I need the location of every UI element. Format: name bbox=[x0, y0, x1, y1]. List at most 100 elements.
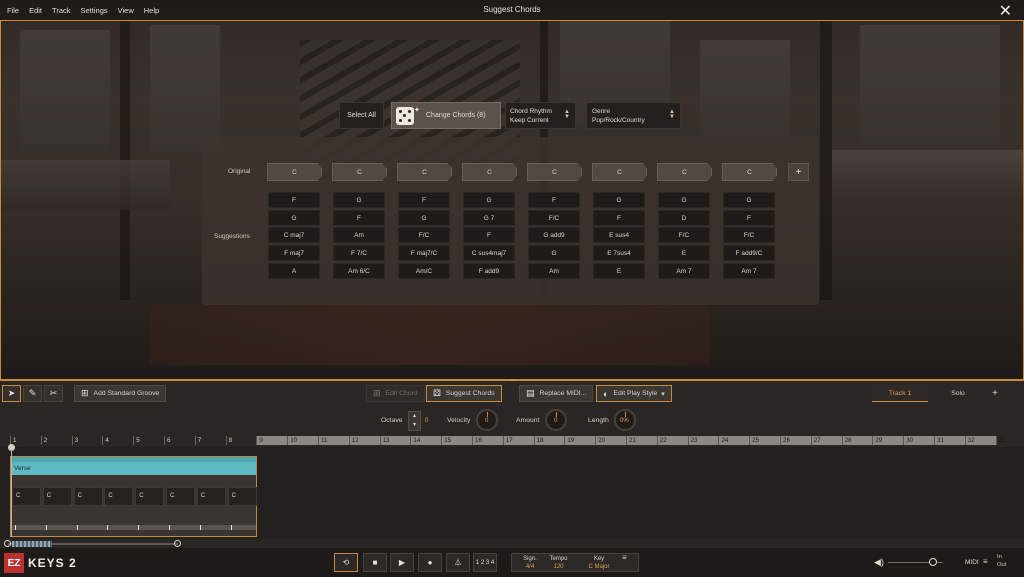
tab-solo[interactable]: Solo bbox=[935, 385, 981, 402]
suggestion-chord[interactable]: G bbox=[463, 192, 515, 208]
add-track-button[interactable]: + bbox=[986, 385, 1004, 402]
suggestion-chord[interactable]: F/C bbox=[723, 227, 775, 243]
suggestion-chord[interactable]: G add9 bbox=[528, 227, 580, 243]
original-chord[interactable]: C bbox=[527, 163, 582, 181]
suggestion-chord[interactable]: F bbox=[593, 210, 645, 226]
close-icon[interactable]: ✕ bbox=[999, 1, 1012, 21]
suggestion-chord[interactable]: F add9 bbox=[463, 263, 515, 279]
zoom-handle-left[interactable] bbox=[4, 540, 11, 547]
song-info-box[interactable]: Sign. 4/4 Tempo 120 Key C Major bbox=[511, 553, 639, 572]
suggestion-chord[interactable]: C sus4maj7 bbox=[463, 245, 515, 261]
suggestion-chord[interactable]: E bbox=[658, 245, 710, 261]
suggestion-chord[interactable]: G bbox=[333, 192, 385, 208]
chord-rhythm-select[interactable]: Chord Rhythm Keep Current ▲ ▼ bbox=[505, 102, 576, 129]
suggestion-chord[interactable]: Am bbox=[333, 227, 385, 243]
suggestion-chord[interactable]: F add9/C bbox=[723, 245, 775, 261]
midi-menu-icon[interactable]: ≡ bbox=[983, 557, 988, 566]
region-chord[interactable]: C bbox=[104, 487, 134, 506]
loop-icon[interactable]: ⟲ bbox=[334, 553, 358, 572]
volume-knob[interactable] bbox=[929, 558, 937, 566]
app-logo: EZ KEYS 2 bbox=[4, 553, 77, 573]
scissors-tool-icon[interactable]: ✂ bbox=[44, 385, 63, 402]
play-icon[interactable]: ▶ bbox=[390, 553, 414, 572]
suggestion-chord[interactable]: F maj7 bbox=[268, 245, 320, 261]
region-chord[interactable]: C bbox=[227, 487, 257, 506]
suggestion-chord[interactable]: F bbox=[398, 192, 450, 208]
suggestion-chord[interactable]: E bbox=[593, 263, 645, 279]
region-chord[interactable]: C bbox=[42, 487, 72, 506]
original-chord[interactable]: C bbox=[592, 163, 647, 181]
add-standard-groove-button[interactable]: ⊞ Add Standard Groove bbox=[74, 385, 167, 402]
original-chord[interactable]: C bbox=[722, 163, 777, 181]
signature-display: Sign. 4/4 bbox=[520, 555, 540, 571]
change-chords-button[interactable]: ✦ Change Chords (8) bbox=[391, 102, 501, 129]
suggestion-chord[interactable]: G bbox=[528, 245, 580, 261]
suggestion-chord[interactable]: G bbox=[723, 192, 775, 208]
bar-number: 7 bbox=[194, 436, 201, 445]
suggestion-chord[interactable]: F bbox=[463, 227, 515, 243]
suggestion-chord[interactable]: F/C bbox=[528, 210, 580, 226]
region-chord[interactable]: C bbox=[135, 487, 165, 506]
suggestion-chord[interactable]: D bbox=[658, 210, 710, 226]
region-chord[interactable]: C bbox=[166, 487, 195, 506]
suggestion-chord[interactable]: F 7/C bbox=[333, 245, 385, 261]
replace-midi-button[interactable]: ▤ Replace MIDI... bbox=[519, 385, 594, 402]
bar-number: 6 bbox=[164, 436, 170, 445]
region-chord[interactable]: C bbox=[12, 487, 41, 506]
suggestion-chord[interactable]: F maj7/C bbox=[398, 245, 450, 261]
octave-value: 0 bbox=[425, 418, 429, 424]
suggestion-chord[interactable]: G bbox=[658, 192, 710, 208]
song-part-region[interactable]: Verse CCCCCCCC bbox=[10, 456, 257, 537]
genre-select[interactable]: Genre Pop/Rock/Country ▲ ▼ bbox=[586, 102, 681, 129]
select-all-button[interactable]: Select All bbox=[339, 102, 384, 129]
suggestion-chord[interactable]: G bbox=[268, 210, 320, 226]
suggestion-chord[interactable]: F bbox=[268, 192, 320, 208]
suggestion-chord[interactable]: G bbox=[398, 210, 450, 226]
original-chord[interactable]: C bbox=[332, 163, 387, 181]
suggestion-chord[interactable]: Am 6/C bbox=[333, 263, 385, 279]
original-chord[interactable]: C bbox=[657, 163, 712, 181]
original-chord[interactable]: C bbox=[397, 163, 452, 181]
suggestion-chord[interactable]: E sus4 bbox=[593, 227, 645, 243]
region-chord[interactable]: C bbox=[73, 487, 103, 506]
suggestion-chord[interactable]: F bbox=[528, 192, 580, 208]
tab-track-1[interactable]: Track 1 bbox=[872, 385, 928, 402]
suggestion-chord[interactable]: F/C bbox=[658, 227, 710, 243]
bar-number: 21 bbox=[626, 436, 636, 445]
menu-icon[interactable]: ≡ bbox=[622, 553, 627, 562]
original-chord[interactable]: C bbox=[267, 163, 322, 181]
suggestion-chord[interactable]: Am bbox=[528, 263, 580, 279]
metronome-icon[interactable]: ⏃ bbox=[446, 553, 470, 572]
zoom-handle-right[interactable] bbox=[174, 540, 181, 547]
timeline-ruler[interactable]: 12 3 4 5 6 7 8 9 10 11 12 13 14 15 16 17 18 19 20 21 22 23 24… bbox=[10, 436, 1010, 445]
rhythm-hit bbox=[230, 525, 232, 530]
original-chord[interactable]: C bbox=[462, 163, 517, 181]
pencil-tool-icon[interactable]: ✎ bbox=[23, 385, 42, 402]
suggestion-chord[interactable]: E 7sus4 bbox=[593, 245, 645, 261]
add-chord-button[interactable]: + bbox=[788, 163, 809, 181]
region-chord[interactable]: C bbox=[196, 487, 226, 506]
suggestion-chord[interactable]: A bbox=[268, 263, 320, 279]
tempo-display: Tempo 120 bbox=[546, 555, 571, 571]
edit-chord-button[interactable]: ⊞ Edit Chord bbox=[366, 385, 425, 402]
octave-stepper[interactable]: ▴ ▾ bbox=[408, 411, 421, 431]
scroll-thumb[interactable] bbox=[12, 541, 52, 547]
stop-icon[interactable]: ■ bbox=[363, 553, 387, 572]
record-icon[interactable]: ● bbox=[418, 553, 442, 572]
suggest-chords-button[interactable]: ⚄ Suggest Chords bbox=[426, 385, 502, 402]
suggestion-chord[interactable]: F bbox=[723, 210, 775, 226]
pointer-tool-icon[interactable]: ➤ bbox=[2, 385, 21, 402]
suggestion-chord[interactable]: Am/C bbox=[398, 263, 450, 279]
suggestion-chord[interactable]: G bbox=[593, 192, 645, 208]
add-groove-icon: ⊞ bbox=[81, 388, 89, 398]
suggestion-chord[interactable]: F bbox=[333, 210, 385, 226]
suggestion-chord[interactable]: G 7 bbox=[463, 210, 515, 226]
horizontal-scrollbar[interactable] bbox=[4, 540, 181, 548]
suggestion-chord[interactable]: F/C bbox=[398, 227, 450, 243]
count-in-button[interactable]: 1 2 3 4 bbox=[473, 553, 497, 572]
suggestion-chord[interactable]: C maj7 bbox=[268, 227, 320, 243]
edit-play-style-button[interactable]: ◐ Edit Play Style ▾ bbox=[596, 385, 672, 402]
suggestion-chord[interactable]: Am 7 bbox=[658, 263, 710, 279]
track-lane[interactable]: Verse CCCCCCCC bbox=[0, 447, 1024, 539]
suggestion-chord[interactable]: Am 7 bbox=[723, 263, 775, 279]
